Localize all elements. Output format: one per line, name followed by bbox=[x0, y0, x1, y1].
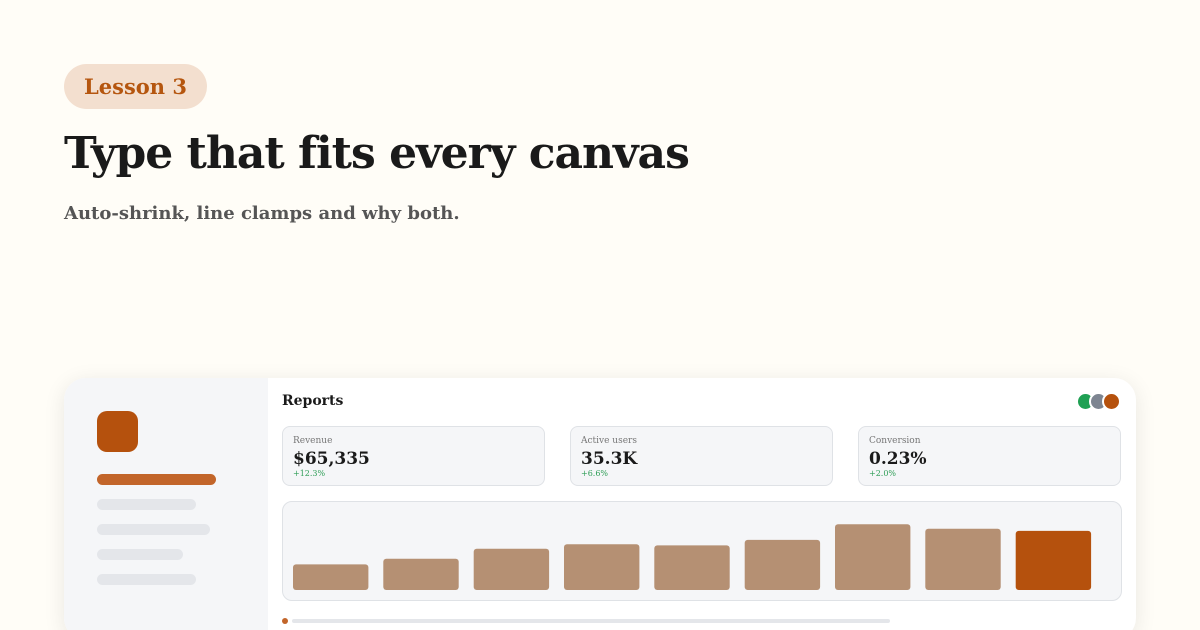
page-subtitle: Auto-shrink, line clamps and why both. bbox=[64, 203, 460, 224]
stat-value: 0.23% bbox=[869, 449, 927, 469]
main-panel: Reports Revenue $65,335 +12.3% Active us… bbox=[268, 378, 1136, 630]
chart-bar-9[interactable] bbox=[1015, 530, 1092, 590]
progress-track[interactable] bbox=[292, 619, 890, 623]
chart-bar-8[interactable] bbox=[925, 528, 1001, 590]
stat-card-conversion[interactable]: Conversion 0.23% +2.0% bbox=[858, 426, 1121, 486]
chart-bar-4[interactable] bbox=[564, 544, 640, 590]
page-title: Type that fits every canvas bbox=[64, 128, 690, 179]
stat-label: Revenue bbox=[293, 436, 333, 446]
stat-value: $65,335 bbox=[293, 449, 370, 469]
stat-card-revenue[interactable]: Revenue $65,335 +12.3% bbox=[282, 426, 545, 486]
lesson-badge: Lesson 3 bbox=[64, 64, 207, 109]
app-logo bbox=[97, 411, 138, 452]
stat-card-active-users[interactable]: Active users 35.3K +6.6% bbox=[570, 426, 833, 486]
sidebar-item-2[interactable] bbox=[97, 499, 196, 510]
sidebar-item-3[interactable] bbox=[97, 524, 210, 535]
stat-delta: +12.3% bbox=[293, 469, 326, 478]
stat-delta: +2.0% bbox=[869, 469, 897, 478]
chart-bar-1[interactable] bbox=[293, 564, 369, 590]
avatar-3[interactable] bbox=[1102, 392, 1121, 411]
chart-bar-2[interactable] bbox=[383, 558, 459, 590]
avatar-group[interactable] bbox=[1076, 392, 1122, 411]
chart-bar-3[interactable] bbox=[473, 548, 550, 590]
stat-value: 35.3K bbox=[581, 449, 638, 469]
chart-bar-6[interactable] bbox=[744, 539, 821, 590]
app-window-preview: Reports Revenue $65,335 +12.3% Active us… bbox=[64, 378, 1136, 630]
lesson-badge-label: Lesson 3 bbox=[84, 74, 187, 99]
sidebar-item-4[interactable] bbox=[97, 549, 183, 560]
stat-delta: +6.6% bbox=[581, 469, 609, 478]
sidebar bbox=[64, 378, 268, 630]
bar-chart-panel bbox=[282, 501, 1122, 601]
sidebar-item-5[interactable] bbox=[97, 574, 196, 585]
sidebar-item-active[interactable] bbox=[97, 474, 216, 485]
bar-chart bbox=[293, 524, 1092, 590]
chart-bar-7[interactable] bbox=[835, 524, 911, 590]
stat-label: Conversion bbox=[869, 436, 921, 446]
stat-label: Active users bbox=[581, 436, 637, 446]
progress-indicator[interactable] bbox=[282, 618, 288, 624]
reports-title: Reports bbox=[282, 393, 344, 409]
chart-bar-5[interactable] bbox=[654, 545, 730, 590]
